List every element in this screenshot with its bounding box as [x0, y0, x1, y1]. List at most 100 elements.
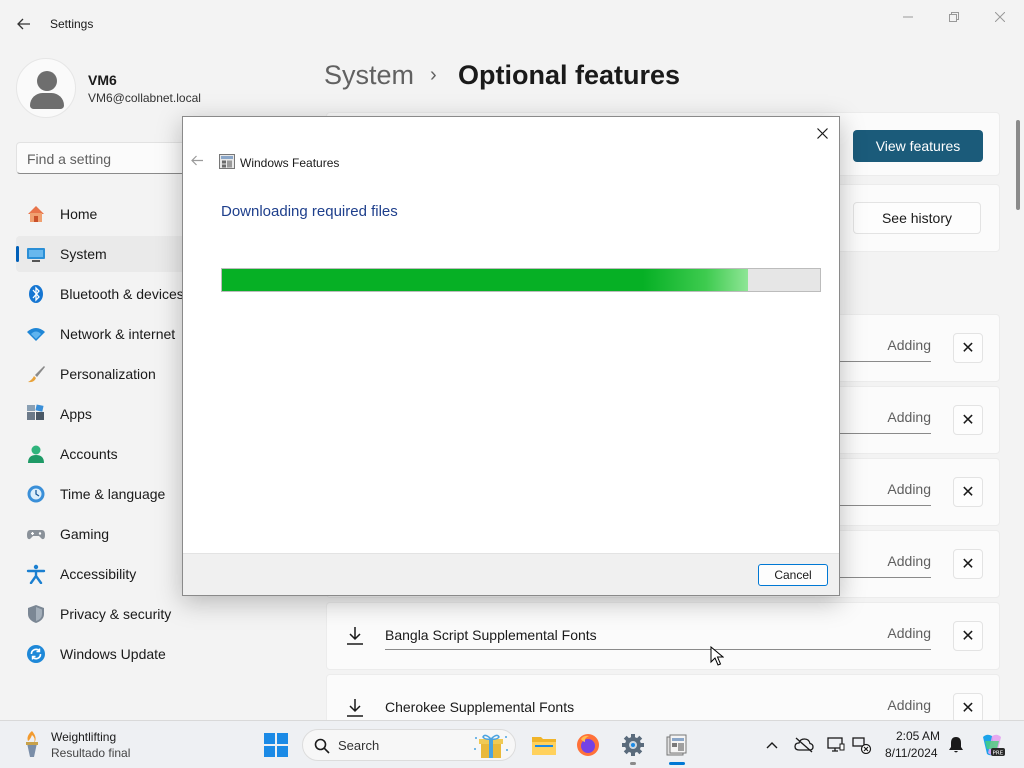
dialog-close-button[interactable] [811, 123, 833, 143]
cancel-install-button[interactable]: ✕ [953, 405, 983, 435]
mouse-cursor-icon [710, 646, 724, 666]
svg-text:PRE: PRE [993, 751, 1004, 757]
avatar-head [37, 71, 57, 91]
cancel-install-button[interactable]: ✕ [953, 333, 983, 363]
feature-status: Adding [887, 337, 931, 353]
arrow-left-icon [17, 18, 30, 30]
close-icon: ✕ [961, 628, 975, 645]
system-icon [27, 248, 45, 262]
scrollbar[interactable] [1016, 120, 1020, 210]
dialog-title: Windows Features [240, 156, 340, 170]
sidebar-item-label: Privacy & security [60, 606, 172, 622]
tray-overflow-button[interactable] [762, 735, 782, 755]
sidebar-item-windows-update[interactable]: Windows Update [16, 636, 316, 672]
copilot-button[interactable]: PRE [976, 729, 1008, 761]
see-history-button[interactable]: See history [853, 202, 981, 234]
install-progress-line [385, 649, 931, 650]
home-icon [28, 206, 44, 222]
sidebar-item-label: System [60, 246, 107, 262]
gamepad-icon [27, 530, 45, 540]
firefox-button[interactable] [572, 729, 604, 761]
gear-icon [622, 734, 644, 756]
accessibility-icon [26, 564, 46, 584]
wifi-icon [27, 328, 45, 341]
file-explorer-button[interactable] [528, 729, 560, 761]
download-icon [347, 627, 363, 645]
windows-features-taskbar-button[interactable] [661, 729, 693, 761]
network-disconnected-icon [852, 737, 872, 754]
taskbar-search-label: Search [338, 738, 380, 753]
avatar-body [30, 93, 64, 109]
cancel-install-button[interactable]: ✕ [953, 693, 983, 723]
clock-time: 2:05 AM [896, 729, 941, 743]
progress-fill [222, 269, 749, 291]
sidebar-item-label: Time & language [60, 486, 166, 502]
cancel-install-button[interactable]: ✕ [953, 621, 983, 651]
start-button[interactable] [260, 729, 292, 761]
feature-status: Adding [887, 697, 931, 713]
taskbar-search[interactable]: Search [302, 729, 516, 761]
dialog-back-button[interactable] [191, 153, 204, 169]
sidebar-item-label: Apps [60, 406, 92, 422]
close-icon: ✕ [961, 412, 975, 429]
accounts-icon [28, 445, 44, 463]
breadcrumb-chevron-icon: › [430, 64, 437, 86]
dialog-heading: Downloading required files [221, 203, 398, 220]
torch-icon [26, 731, 38, 757]
arrow-left-icon [191, 155, 203, 166]
feature-name: Bangla Script Supplemental Fonts [385, 627, 597, 643]
settings-app-button[interactable] [617, 729, 649, 761]
gift-icon [474, 734, 508, 758]
cancel-install-button[interactable]: ✕ [953, 477, 983, 507]
clock-globe-icon [27, 485, 45, 503]
download-progress-bar [221, 268, 821, 292]
display-tray-button[interactable] [826, 735, 846, 755]
windows-logo-icon [264, 733, 288, 757]
feature-row: Bangla Script Supplemental Fonts Adding … [326, 602, 1000, 670]
windows-features-icon [219, 154, 235, 169]
close-icon [816, 127, 828, 139]
chevron-up-icon [766, 742, 778, 749]
monitor-icon [827, 737, 845, 752]
view-features-button[interactable]: View features [853, 130, 983, 162]
dialog-cancel-button[interactable]: Cancel [758, 564, 828, 586]
shield-icon [28, 605, 44, 623]
windows-features-icon [666, 734, 687, 756]
network-volume-tray-button[interactable] [852, 735, 872, 755]
restore-icon [949, 12, 959, 22]
breadcrumb-system[interactable]: System [324, 60, 414, 91]
cancel-install-button[interactable]: ✕ [953, 549, 983, 579]
back-button[interactable] [10, 12, 38, 36]
cloud-off-icon [794, 737, 814, 753]
search-icon [314, 738, 330, 754]
sidebar-item-label: Windows Update [60, 646, 166, 662]
brush-icon [28, 366, 45, 383]
windows-features-active-indicator [669, 762, 685, 765]
weather-subtitle: Resultado final [51, 746, 131, 760]
close-button[interactable] [978, 6, 1022, 28]
sidebar-item-label: Accounts [60, 446, 118, 462]
sidebar-item-label: Home [60, 206, 98, 222]
windows-features-dialog: Windows Features Downloading required fi… [182, 116, 840, 596]
apps-icon [27, 404, 44, 420]
sidebar-item-label: Accessibility [60, 566, 137, 582]
weather-title: Weightlifting [51, 730, 117, 744]
onedrive-tray-button[interactable] [794, 735, 814, 755]
feature-status: Adding [887, 409, 931, 425]
sidebar-item-label: Network & internet [60, 326, 176, 342]
avatar[interactable] [16, 58, 76, 118]
dialog-footer: Cancel [183, 553, 839, 595]
minimize-icon [903, 16, 913, 18]
feature-status: Adding [887, 625, 931, 641]
sidebar-item-label: Personalization [60, 366, 156, 382]
sidebar-item-label: Gaming [60, 526, 110, 542]
minimize-button[interactable] [886, 6, 930, 28]
sidebar-item-privacy[interactable]: Privacy & security [16, 596, 316, 632]
close-icon: ✕ [961, 484, 975, 501]
download-icon [347, 699, 363, 717]
maximize-button[interactable] [932, 6, 976, 28]
notifications-button[interactable] [946, 735, 966, 755]
settings-running-indicator [630, 762, 636, 765]
taskbar: Weightlifting Resultado final Search 2:0… [0, 720, 1024, 768]
feature-status: Adding [887, 481, 931, 497]
